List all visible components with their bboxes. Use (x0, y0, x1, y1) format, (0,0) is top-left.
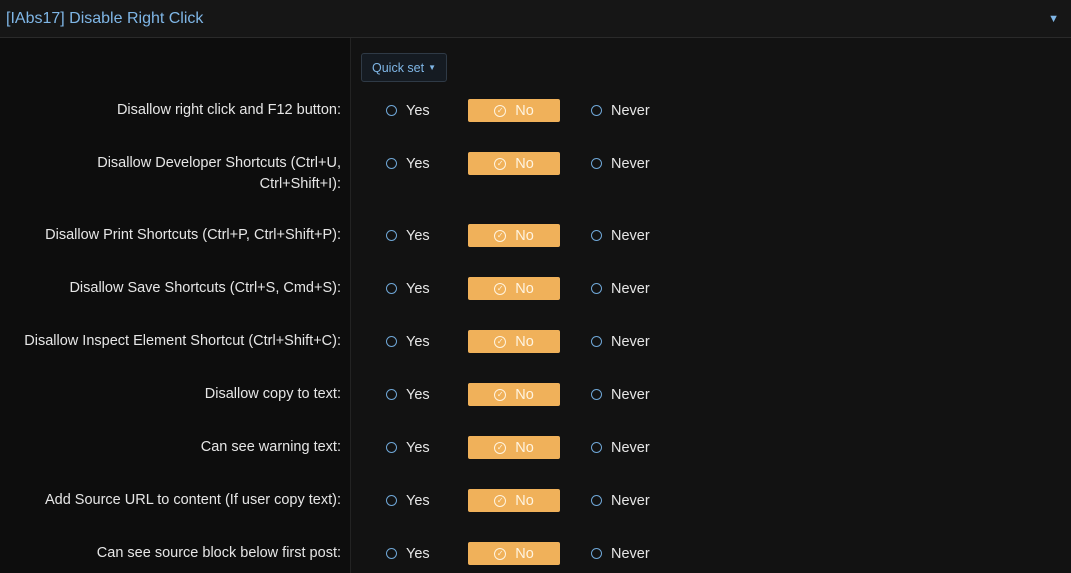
radio-icon (386, 283, 397, 294)
radio-icon (386, 442, 397, 453)
option-never[interactable]: Never (591, 543, 650, 564)
setting-label: Disallow copy to text: (204, 386, 341, 402)
radio-icon (386, 389, 397, 400)
radio-icon (591, 230, 602, 241)
radio-icon (386, 230, 397, 241)
radio-icon (591, 442, 602, 453)
check-circle-icon: ✓ (494, 441, 507, 454)
radio-icon (591, 495, 602, 506)
caret-down-icon: ▼ (428, 63, 437, 72)
setting-label: Add Source URL to content (If user copy … (44, 492, 341, 508)
option-no-selected[interactable]: ✓ No (468, 542, 560, 565)
radio-icon (591, 105, 602, 116)
option-no-selected[interactable]: ✓ No (468, 383, 560, 406)
option-no-selected[interactable]: ✓ No (468, 224, 560, 247)
quick-set-button[interactable]: Quick set ▼ (361, 53, 448, 82)
option-never[interactable]: Never (591, 278, 650, 299)
option-no-selected[interactable]: ✓ No (468, 152, 560, 175)
check-circle-icon: ✓ (494, 229, 507, 242)
radio-icon (386, 158, 397, 169)
radio-icon (386, 495, 397, 506)
radio-icon (386, 105, 397, 116)
option-yes[interactable]: Yes (386, 225, 430, 246)
options-column (351, 38, 1071, 573)
option-never[interactable]: Never (591, 153, 650, 174)
radio-icon (591, 336, 602, 347)
settings-panel: Quick set ▼ Disallow right click and F12… (0, 38, 1071, 573)
check-circle-icon: ✓ (494, 104, 507, 117)
setting-label: Disallow Print Shortcuts (Ctrl+P, Ctrl+S… (45, 227, 341, 243)
radio-icon (386, 548, 397, 559)
radio-icon (386, 336, 397, 347)
check-circle-icon: ✓ (494, 335, 507, 348)
option-no-selected[interactable]: ✓ No (468, 330, 560, 353)
radio-icon (591, 389, 602, 400)
caret-down-icon[interactable]: ▼ (1048, 13, 1059, 25)
option-never[interactable]: Never (591, 437, 650, 458)
option-yes[interactable]: Yes (386, 153, 430, 174)
option-yes[interactable]: Yes (386, 437, 430, 458)
check-circle-icon: ✓ (494, 494, 507, 507)
setting-label: Can see warning text: (200, 439, 341, 455)
section-header[interactable]: [IAbs17] Disable Right Click ▼ (0, 0, 1071, 38)
setting-label: Can see source block below first post: (96, 545, 341, 561)
option-never[interactable]: Never (591, 225, 650, 246)
radio-icon (591, 283, 602, 294)
option-never[interactable]: Never (591, 100, 650, 121)
check-circle-icon: ✓ (494, 388, 507, 401)
option-yes[interactable]: Yes (386, 490, 430, 511)
option-no-selected[interactable]: ✓ No (468, 489, 560, 512)
check-circle-icon: ✓ (494, 157, 507, 170)
radio-icon (591, 158, 602, 169)
option-no-selected[interactable]: ✓ No (468, 277, 560, 300)
section-title: [IAbs17] Disable Right Click (6, 9, 204, 27)
check-circle-icon: ✓ (494, 547, 507, 560)
option-yes[interactable]: Yes (386, 384, 430, 405)
setting-label: Disallow Inspect Element Shortcut (Ctrl+… (24, 333, 341, 349)
option-never[interactable]: Never (591, 331, 650, 352)
option-never[interactable]: Never (591, 490, 650, 511)
radio-icon (591, 548, 602, 559)
option-never[interactable]: Never (591, 384, 650, 405)
setting-label: Disallow Developer Shortcuts (Ctrl+U, Ct… (97, 155, 341, 192)
setting-label: Disallow Save Shortcuts (Ctrl+S, Cmd+S): (69, 280, 341, 296)
option-no-selected[interactable]: ✓ No (468, 99, 560, 122)
quick-set-label: Quick set (372, 60, 425, 75)
option-yes[interactable]: Yes (386, 543, 430, 564)
option-yes[interactable]: Yes (386, 331, 430, 352)
option-no-selected[interactable]: ✓ No (468, 436, 560, 459)
option-yes[interactable]: Yes (386, 100, 430, 121)
check-circle-icon: ✓ (494, 282, 507, 295)
setting-label: Disallow right click and F12 button: (116, 102, 341, 118)
option-yes[interactable]: Yes (386, 278, 430, 299)
